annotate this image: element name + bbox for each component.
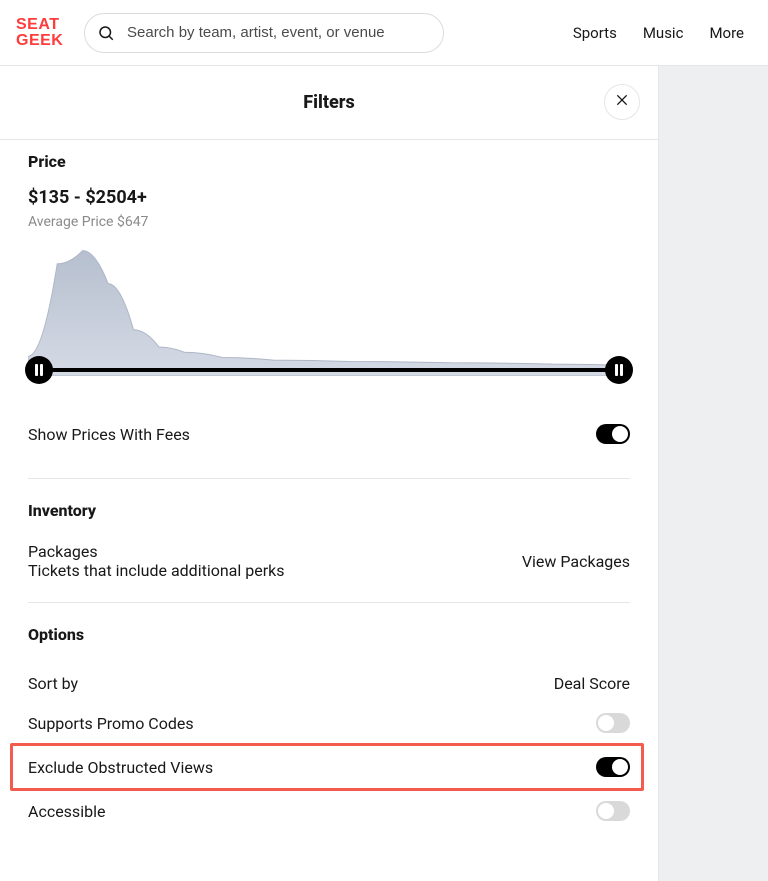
sort-by-row[interactable]: Sort by Deal Score: [28, 660, 630, 701]
option-row-access: Accessible: [28, 789, 630, 833]
price-heading: Price: [28, 152, 630, 171]
filters-panel: Filters Price $135 - $2504+ Average Pric…: [0, 66, 659, 881]
search-field[interactable]: [84, 13, 444, 53]
search-icon: [97, 24, 115, 42]
options-heading: Options: [28, 625, 630, 644]
nav-more[interactable]: More: [709, 24, 744, 42]
section-price: Price $135 - $2504+ Average Price $647: [28, 140, 630, 478]
toggle-knob: [598, 803, 614, 819]
close-icon: [614, 92, 630, 112]
close-button[interactable]: [604, 84, 640, 120]
option-label-promo: Supports Promo Codes: [28, 714, 194, 733]
price-slider-max-handle[interactable]: [605, 356, 633, 384]
site-header: SEAT GEEK Sports Music More: [0, 0, 768, 66]
search-input[interactable]: [125, 23, 429, 42]
filters-panel-header: Filters: [0, 66, 658, 140]
section-inventory: Inventory Packages Tickets that include …: [28, 478, 630, 602]
option-row-promo: Supports Promo Codes: [28, 701, 630, 745]
average-price: Average Price $647: [28, 214, 630, 230]
toggle-knob: [612, 426, 628, 442]
option-row-obstruct: Exclude Obstructed Views: [28, 745, 630, 789]
show-fees-row: Show Prices With Fees: [28, 412, 630, 456]
packages-row: Packages Tickets that include additional…: [28, 536, 630, 580]
logo-line-1: SEAT: [16, 17, 64, 32]
price-histogram: [28, 244, 630, 394]
toggle-knob: [612, 759, 628, 775]
search-wrap: [84, 13, 444, 53]
packages-title: Packages: [28, 542, 285, 561]
logo[interactable]: SEAT GEEK: [16, 17, 64, 47]
price-slider-min-handle[interactable]: [25, 356, 53, 384]
view-packages-link[interactable]: View Packages: [522, 552, 630, 571]
nav-music[interactable]: Music: [643, 24, 684, 42]
logo-line-2: GEEK: [16, 33, 64, 48]
option-toggle-access[interactable]: [596, 801, 630, 821]
option-label-obstruct: Exclude Obstructed Views: [28, 758, 213, 777]
sort-by-label: Sort by: [28, 674, 78, 693]
drag-handle-icon: [35, 364, 43, 376]
toggle-knob: [598, 715, 614, 731]
primary-nav: Sports Music More: [573, 24, 752, 42]
option-toggle-promo[interactable]: [596, 713, 630, 733]
price-range: $135 - $2504+: [28, 187, 630, 208]
packages-sub: Tickets that include additional perks: [28, 561, 285, 580]
filters-title: Filters: [303, 92, 354, 113]
filters-panel-body[interactable]: Price $135 - $2504+ Average Price $647: [0, 140, 658, 881]
show-fees-label: Show Prices With Fees: [28, 425, 190, 444]
price-distribution-chart: [28, 244, 630, 376]
options-list: Supports Promo Codes Exclude Obstructed V…: [28, 701, 630, 833]
option-toggle-obstruct[interactable]: [596, 757, 630, 777]
nav-sports[interactable]: Sports: [573, 24, 617, 42]
section-options: Options Sort by Deal Score Supports Prom…: [28, 602, 630, 855]
price-slider-track[interactable]: [28, 368, 630, 372]
inventory-heading: Inventory: [28, 501, 630, 520]
option-label-access: Accessible: [28, 802, 105, 821]
drag-handle-icon: [615, 364, 623, 376]
sort-by-value: Deal Score: [554, 674, 630, 693]
show-fees-toggle[interactable]: [596, 424, 630, 444]
